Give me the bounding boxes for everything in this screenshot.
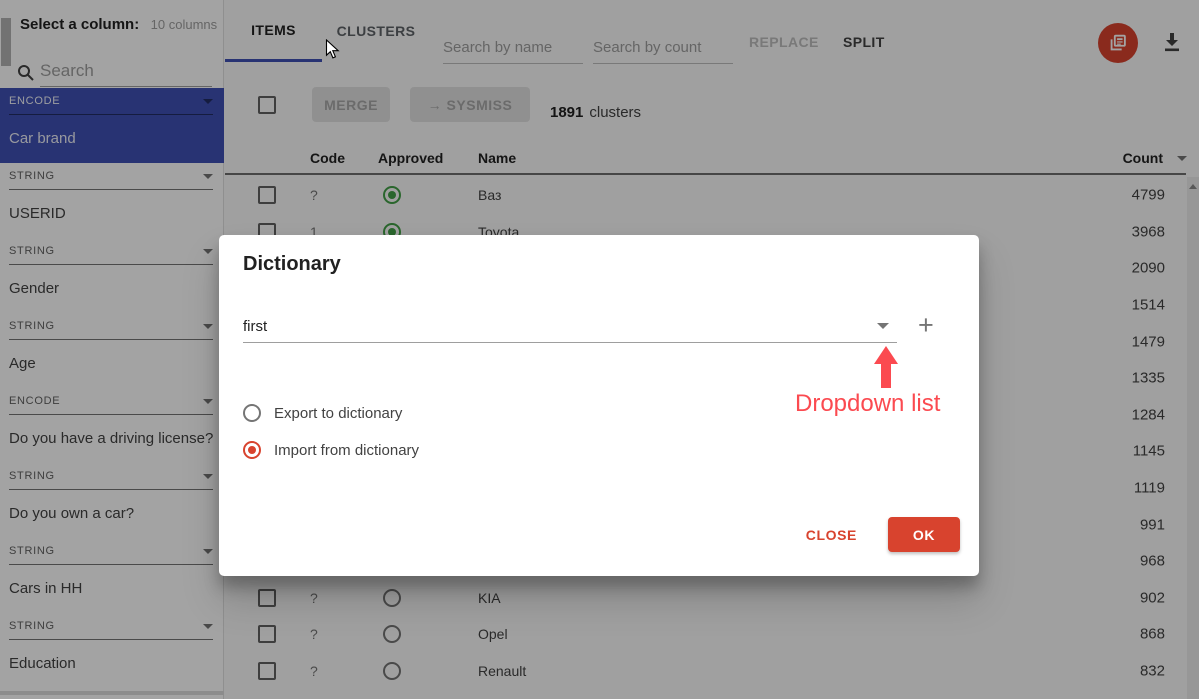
mouse-cursor-icon [325,39,340,60]
dialog-actions: CLOSE OK [806,517,960,552]
annotation-arrow-shaft [881,362,891,388]
dialog-title: Dictionary [243,253,341,276]
dictionary-select-value: first [243,318,267,335]
radio-label: Import from dictionary [274,442,419,459]
add-dictionary-button[interactable]: + [918,312,934,339]
radio-on-icon[interactable] [243,441,261,459]
radio-label: Export to dictionary [274,405,402,422]
ok-button[interactable]: OK [888,517,960,552]
dropdown-caret-icon[interactable] [877,323,889,329]
dictionary-select[interactable]: first [243,309,897,343]
annotation-label: Dropdown list [795,390,940,418]
close-button[interactable]: CLOSE [806,527,857,543]
radio-export-to-dictionary[interactable]: Export to dictionary [243,404,402,422]
radio-off-icon[interactable] [243,404,261,422]
radio-import-from-dictionary[interactable]: Import from dictionary [243,441,419,459]
